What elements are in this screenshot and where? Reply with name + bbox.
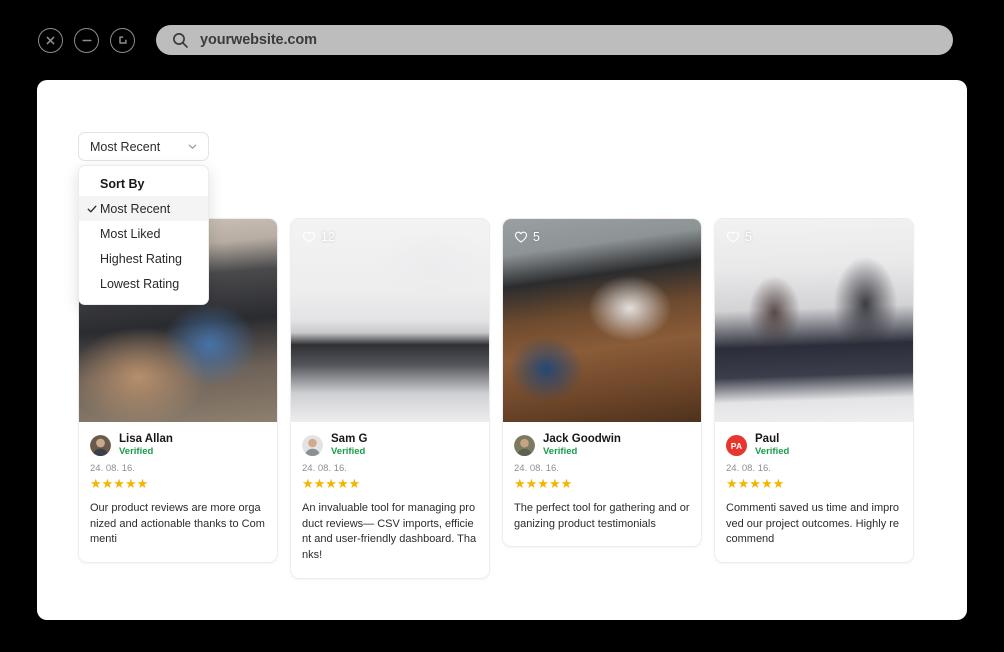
- device-frame: yourwebsite.com Most Recent Sort By Most…: [0, 0, 1004, 652]
- like-count: 5: [533, 230, 540, 244]
- review-image: 5: [503, 219, 701, 422]
- review-image: 5: [715, 219, 913, 422]
- window-controls: [38, 27, 135, 53]
- search-icon: [173, 32, 188, 48]
- reviewer-meta: Paul Verified: [755, 433, 789, 458]
- star-rating: ★★★★★: [514, 476, 573, 492]
- maximize-icon: [118, 35, 127, 44]
- address-bar[interactable]: yourwebsite.com: [156, 25, 953, 55]
- avatar: PA: [726, 435, 747, 457]
- review-body: PA Paul Verified 24. 08. 16. ★★★★★ Comme…: [715, 422, 913, 562]
- verified-badge: Verified: [119, 446, 154, 458]
- star-rating: ★★★★★: [90, 476, 149, 492]
- like-badge[interactable]: 5: [514, 230, 540, 244]
- avatar-photo: [90, 435, 111, 457]
- like-count: 5: [745, 230, 752, 244]
- page-content: Most Recent Sort By Most Recent Most Lik…: [37, 80, 967, 620]
- avatar-photo: [514, 435, 535, 457]
- review-date: 24. 08. 16.: [514, 463, 559, 475]
- dropdown-option-label: Lowest Rating: [100, 276, 180, 291]
- reviewer: PA Paul Verified: [726, 433, 902, 458]
- dropdown-option-label: Most Liked: [100, 226, 161, 241]
- review-body: Lisa Allan Verified 24. 08. 16. ★★★★★ Ou…: [79, 422, 277, 562]
- review-text: Our product reviews are more organized a…: [90, 502, 265, 546]
- avatar: [90, 435, 111, 457]
- sort-dropdown-menu: Sort By Most Recent Most Liked Highest R…: [78, 165, 209, 305]
- reviewer-meta: Jack Goodwin Verified: [543, 433, 621, 458]
- review-text: The perfect tool for gathering and organ…: [514, 502, 690, 530]
- star-rating: ★★★★★: [726, 476, 785, 492]
- review-date: 24. 08. 16.: [302, 463, 347, 475]
- verified-badge: Verified: [543, 446, 578, 458]
- dropdown-option-label: Highest Rating: [100, 251, 182, 266]
- review-card[interactable]: 5 Jack Goodwin Verified 24. 08. 16. ★★★★…: [502, 218, 702, 548]
- avatar: [302, 435, 323, 457]
- heart-icon: [302, 231, 316, 243]
- like-badge[interactable]: 12: [302, 230, 335, 244]
- address-bar-url: yourwebsite.com: [200, 32, 317, 48]
- sort-select-value: Most Recent: [90, 139, 161, 154]
- close-button[interactable]: [38, 27, 63, 53]
- avatar-photo: [302, 435, 323, 457]
- review-image: 12: [291, 219, 489, 422]
- verified-badge: Verified: [331, 446, 366, 458]
- star-rating: ★★★★★: [302, 476, 361, 492]
- maximize-button[interactable]: [110, 27, 135, 53]
- heart-icon: [514, 231, 528, 243]
- review-date: 24. 08. 16.: [726, 463, 771, 475]
- review-photo: [291, 219, 489, 422]
- review-text: Commenti saved us time and improved our …: [726, 502, 900, 546]
- like-count: 12: [321, 230, 335, 244]
- minimize-button[interactable]: [74, 27, 99, 53]
- reviewer: Lisa Allan Verified: [90, 433, 266, 458]
- dropdown-option-most-recent[interactable]: Most Recent: [79, 196, 208, 221]
- chevron-down-icon: [188, 144, 197, 149]
- review-card[interactable]: 5 PA Paul Verified 24. 08. 16. ★★★★★ Com…: [714, 218, 914, 563]
- review-photo: [503, 219, 701, 422]
- minimize-icon: [81, 39, 92, 41]
- review-photo: [715, 219, 913, 422]
- reviewer-meta: Lisa Allan Verified: [119, 433, 173, 458]
- check-icon: [87, 205, 97, 212]
- dropdown-option-most-liked[interactable]: Most Liked: [79, 221, 208, 246]
- verified-badge: Verified: [755, 446, 790, 458]
- reviewer: Jack Goodwin Verified: [514, 433, 690, 458]
- review-text: An invaluable tool for managing product …: [302, 502, 477, 561]
- dropdown-option-label: Most Recent: [100, 201, 171, 216]
- review-card[interactable]: 12 Sam G Verified 24. 08. 16. ★★★★★ An i…: [290, 218, 490, 579]
- avatar: [514, 435, 535, 457]
- review-date: 24. 08. 16.: [90, 463, 135, 475]
- review-body: Jack Goodwin Verified 24. 08. 16. ★★★★★ …: [503, 422, 701, 546]
- dropdown-option-lowest-rating[interactable]: Lowest Rating: [79, 271, 208, 296]
- reviewer-name: Lisa Allan: [119, 433, 173, 445]
- reviewer-name: Paul: [755, 433, 780, 445]
- dropdown-title: Sort By: [100, 177, 145, 191]
- heart-icon: [726, 231, 740, 243]
- dropdown-option-highest-rating[interactable]: Highest Rating: [79, 246, 208, 271]
- close-icon: [46, 36, 55, 44]
- reviewer-name: Sam G: [331, 433, 368, 445]
- avatar-initials: PA: [730, 440, 743, 451]
- sort-select[interactable]: Most Recent: [78, 132, 209, 161]
- browser-chrome: yourwebsite.com: [0, 0, 1004, 80]
- review-body: Sam G Verified 24. 08. 16. ★★★★★ An inva…: [291, 422, 489, 578]
- reviewer-name: Jack Goodwin: [543, 433, 621, 445]
- like-badge[interactable]: 5: [726, 230, 752, 244]
- reviewer: Sam G Verified: [302, 433, 478, 458]
- reviewer-meta: Sam G Verified: [331, 433, 367, 458]
